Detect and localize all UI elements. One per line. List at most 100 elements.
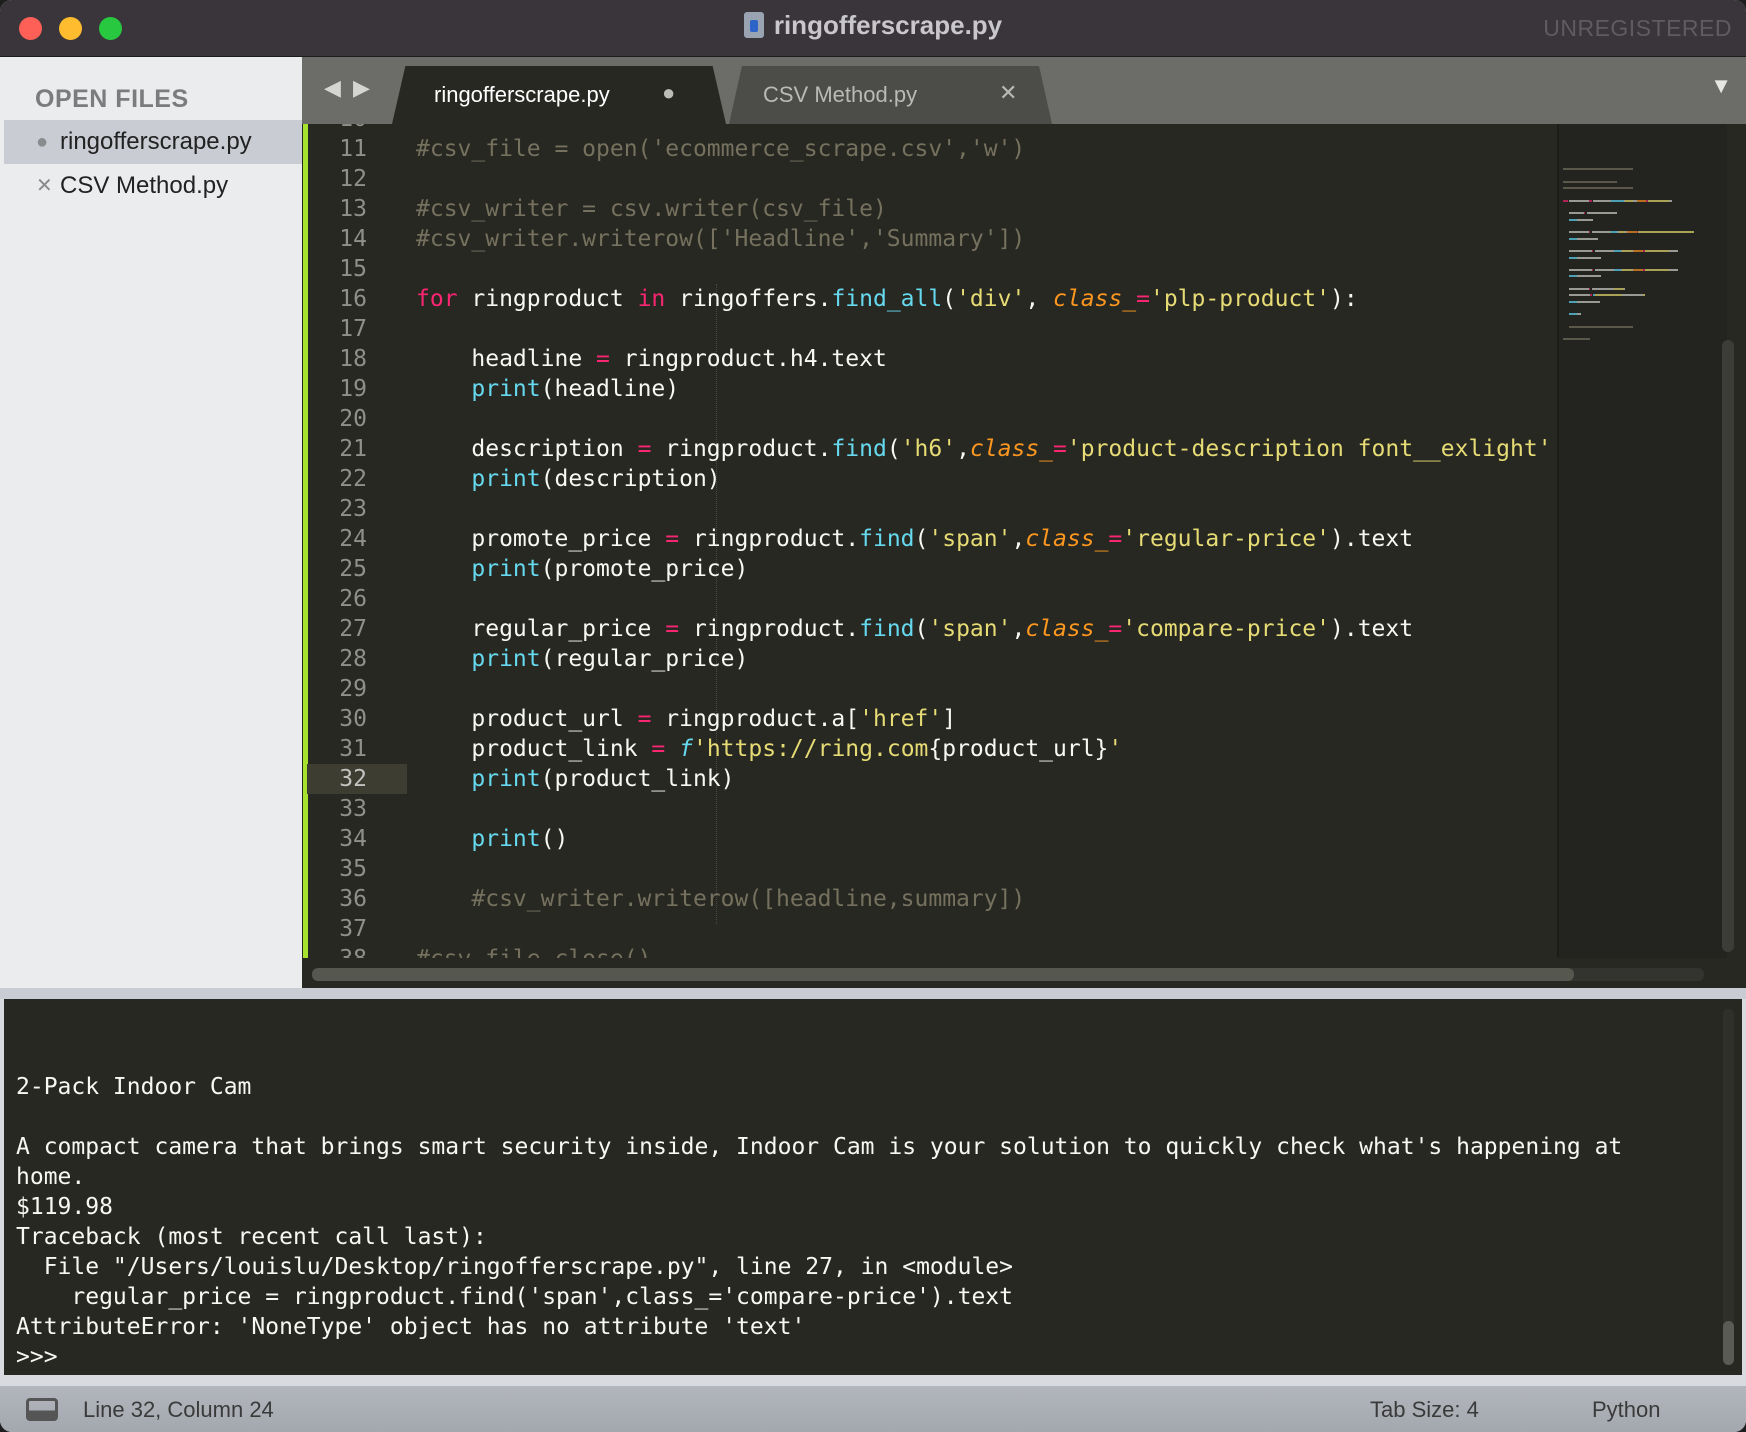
code-token: = (1108, 526, 1123, 552)
code-token: ringproduct.a[ (651, 706, 860, 732)
code-line[interactable]: 28 print(regular_price) (302, 644, 1557, 674)
code-line[interactable]: 15 (302, 254, 1557, 284)
minimap-mark (1668, 199, 1672, 202)
code-token: print (471, 556, 541, 582)
minimap-mark (1644, 269, 1669, 272)
code-line[interactable]: 22 print(description) (302, 464, 1557, 494)
code-token: (description) (540, 466, 721, 492)
code-token: print (471, 466, 541, 492)
close-file-icon[interactable]: ✕ (36, 164, 53, 208)
code-token: ] (942, 706, 957, 732)
line-text: product_link = f'https://ring.com{produc… (416, 734, 1122, 764)
output-scrollbar-thumb[interactable] (1723, 1321, 1734, 1365)
code-line[interactable]: 18 headline = ringproduct.h4.text (302, 344, 1557, 374)
code-line[interactable]: 11 #csv_file = open('ecommerce_scrape.csv… (302, 134, 1557, 164)
sidebar-item-ringofferscrape[interactable]: ● ringofferscrape.py (4, 120, 302, 164)
panel-divider[interactable] (0, 988, 1746, 999)
code-editor[interactable]: 10 11 #csv_file = open('ecommerce_scrape.c… (302, 124, 1746, 988)
vertical-scrollbar[interactable] (1722, 340, 1734, 952)
code-line[interactable]: 34 print() (302, 824, 1557, 854)
close-tab-icon[interactable]: ✕ (999, 80, 1017, 106)
line-number: 35 (339, 856, 367, 882)
code-line[interactable]: 27 regular_price = ringproduct.find('spa… (302, 614, 1557, 644)
tab-ringofferscrape[interactable]: ringofferscrape.py ● (392, 66, 726, 124)
code-token: find (859, 526, 915, 552)
sidebar-item-csv-method[interactable]: ✕ CSV Method.py (4, 164, 302, 208)
horizontal-scrollbar[interactable] (312, 968, 1704, 981)
code-token: = (665, 526, 680, 552)
code-line[interactable]: 20 (302, 404, 1557, 434)
code-token: , (1011, 616, 1026, 642)
code-token: class_ (1025, 526, 1109, 552)
code-line[interactable]: 25 print(promote_price) (302, 554, 1557, 584)
open-files-heading: OPEN FILES (35, 85, 189, 113)
build-output-panel[interactable]: 2-Pack Indoor Cam A compact camera that b… (4, 999, 1742, 1375)
code-line[interactable]: 23 (302, 494, 1557, 524)
minimap-mark (1625, 199, 1634, 202)
code-line[interactable]: 30 product_url = ringproduct.a['href'] (302, 704, 1557, 734)
tab-csv-method[interactable]: CSV Method.py ✕ (729, 66, 1052, 124)
code-token: ): (1330, 286, 1358, 312)
code-line[interactable]: 31 product_link = f'https://ring.com{pro… (302, 734, 1557, 764)
code-line[interactable]: 38 #csv_file.close() (302, 944, 1557, 958)
code-line[interactable]: 29 (302, 674, 1557, 704)
minimap-mark (1593, 199, 1611, 202)
code-line[interactable]: 17 (302, 314, 1557, 344)
line-number: 17 (339, 316, 367, 342)
minimap-mark (1588, 199, 1592, 202)
line-number: 23 (339, 496, 367, 522)
code-line[interactable]: 14 #csv_writer.writerow(['Headline','Summ… (302, 224, 1557, 254)
code-line[interactable]: 32 print(product_link) (302, 764, 1557, 794)
tab-nav-arrows-icon[interactable]: ◀ ▶ (324, 75, 373, 101)
code-token: for (416, 286, 458, 312)
code-line[interactable]: 21 description = ringproduct.find('h6',c… (302, 434, 1557, 464)
code-token: (promote_price) (540, 556, 749, 582)
code-line[interactable]: 13 #csv_writer = csv.writer(csv_file) (302, 194, 1557, 224)
output-scrollbar[interactable] (1723, 1009, 1734, 1365)
code-token: = (1136, 286, 1150, 312)
panel-toggle-icon[interactable] (26, 1398, 58, 1421)
horizontal-scrollbar-thumb[interactable] (312, 968, 1574, 981)
line-number: 25 (339, 556, 367, 582)
minimap-mark (1569, 313, 1578, 316)
code-line[interactable]: 19 print(headline) (302, 374, 1557, 404)
code-line[interactable]: 35 (302, 854, 1557, 884)
minimap[interactable] (1557, 124, 1727, 958)
code-line[interactable]: 36 #csv_writer.writerow([headline,summar… (302, 884, 1557, 914)
code-line[interactable]: 37 (302, 914, 1557, 944)
code-token: find (831, 436, 887, 462)
code-line[interactable]: 16 for ringproduct in ringoffers.find_all… (302, 284, 1557, 314)
sidebar: OPEN FILES ● ringofferscrape.py ✕ CSV Me… (0, 57, 302, 988)
code-line[interactable]: 12 (302, 164, 1557, 194)
code-token: #csv_writer.writerow([headline,summary]) (416, 886, 1026, 912)
line-number: 22 (339, 466, 367, 492)
tab-dropdown-icon[interactable]: ▼ (1710, 73, 1732, 99)
minimap-mark (1633, 250, 1643, 253)
code-line[interactable]: 24 promote_price = ringproduct.find('spa… (302, 524, 1557, 554)
output-line: Traceback (most recent call last): (16, 1224, 487, 1250)
code-line[interactable]: 26 (302, 584, 1557, 614)
syntax-selector[interactable]: Python (1592, 1397, 1661, 1423)
line-number: 33 (339, 796, 367, 822)
code-token: class_ (1053, 286, 1137, 312)
code-lines[interactable]: 10 11 #csv_file = open('ecommerce_scrape.c… (302, 124, 1557, 958)
sidebar-item-label: CSV Method.py (60, 172, 229, 199)
minimap-mark (1644, 250, 1669, 253)
code-token: 'h6' (900, 436, 957, 462)
minimap-mark (1591, 288, 1615, 290)
code-token: ringproduct. (679, 616, 860, 642)
code-token: 'div' (956, 286, 1026, 312)
code-line[interactable]: 10 (302, 124, 1557, 134)
code-token: #csv_file = open('ecommerce_scrape.csv',… (416, 136, 1026, 162)
code-token: promote_price (416, 526, 666, 552)
tab-label: CSV Method.py (763, 82, 918, 107)
unsaved-dot-icon[interactable]: ● (662, 80, 675, 106)
code-token: 'product-description font__exlight' (1066, 436, 1552, 462)
tab-size-selector[interactable]: Tab Size: 4 (1370, 1397, 1479, 1423)
code-token: = (665, 616, 680, 642)
code-token: , (1011, 526, 1026, 552)
code-line[interactable]: 33 (302, 794, 1557, 824)
window-title-text: ringofferscrape.py (773, 10, 1003, 40)
code-token: #csv_writer = csv.writer(csv_file) (416, 196, 887, 222)
line-number: 15 (339, 256, 367, 282)
